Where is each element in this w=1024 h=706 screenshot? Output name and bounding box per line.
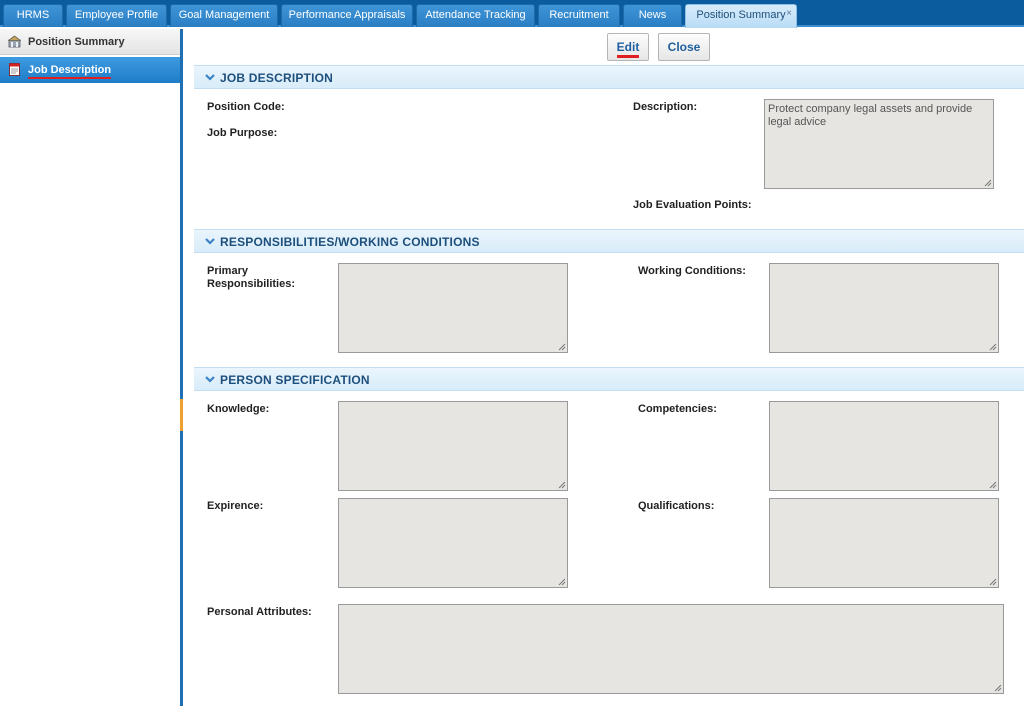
- section-header-person-specification[interactable]: PERSON SPECIFICATION: [194, 367, 1024, 391]
- job-purpose-label: Job Purpose:: [207, 127, 278, 139]
- sidebar-item-label: Position Summary: [28, 36, 125, 48]
- tab-label: News: [638, 9, 667, 21]
- competencies-textarea[interactable]: [769, 401, 999, 491]
- sidebar-item-label: Job Description: [28, 64, 112, 79]
- section-header-job-description[interactable]: JOB DESCRIPTION: [194, 65, 1024, 89]
- description-textarea[interactable]: Protect company legal assets and provide…: [764, 99, 994, 189]
- close-button-label: Close: [667, 40, 701, 54]
- main-content: Edit Close JOB DESCRIPTION Position Code…: [192, 29, 1024, 706]
- resize-grip-icon[interactable]: [984, 179, 992, 187]
- section-title: JOB DESCRIPTION: [220, 71, 334, 85]
- section-title: RESPONSIBILITIES/WORKING CONDITIONS: [220, 235, 480, 249]
- sidebar-item-job-description[interactable]: Job Description: [0, 57, 180, 83]
- panel-splitter-handle[interactable]: [180, 399, 183, 431]
- personal-attributes-label: Personal Attributes:: [207, 606, 312, 618]
- tab-employee-profile[interactable]: Employee Profile: [66, 4, 167, 27]
- resize-grip-icon[interactable]: [989, 343, 997, 351]
- qualifications-textarea[interactable]: [769, 498, 999, 588]
- resize-grip-icon[interactable]: [994, 684, 1002, 692]
- tab-label: Attendance Tracking: [425, 9, 526, 21]
- chevron-down-icon: [205, 74, 215, 81]
- resize-grip-icon[interactable]: [989, 481, 997, 489]
- tab-label: Employee Profile: [74, 9, 159, 21]
- description-value: Protect company legal assets and provide…: [768, 103, 973, 128]
- job-evaluation-points-label: Job Evaluation Points:: [633, 199, 752, 211]
- tab-label: Goal Management: [178, 9, 270, 21]
- resize-grip-icon[interactable]: [989, 578, 997, 586]
- qualifications-label: Qualifications:: [638, 500, 715, 512]
- section-title: PERSON SPECIFICATION: [220, 373, 370, 387]
- competencies-label: Competencies:: [638, 403, 717, 415]
- module-tab-bar: HRMS Employee Profile Goal Management Pe…: [0, 0, 1024, 28]
- personal-attributes-textarea[interactable]: [338, 604, 1004, 694]
- tab-label: Position Summary: [696, 9, 786, 21]
- primary-responsibilities-textarea[interactable]: [338, 263, 568, 353]
- tab-label: Recruitment: [549, 9, 609, 21]
- tab-position-summary[interactable]: Position Summary ×: [685, 4, 797, 28]
- tab-label: Performance Appraisals: [288, 9, 406, 21]
- tab-performance-appraisals[interactable]: Performance Appraisals: [281, 4, 413, 27]
- tab-news[interactable]: News: [623, 4, 682, 27]
- resize-grip-icon[interactable]: [558, 578, 566, 586]
- position-code-label: Position Code:: [207, 101, 285, 113]
- tab-label: HRMS: [16, 9, 50, 21]
- primary-responsibilities-label: Primary Responsibilities:: [207, 265, 296, 290]
- knowledge-label: Knowledge:: [207, 403, 270, 415]
- chevron-down-icon: [205, 376, 215, 383]
- document-icon: [9, 63, 20, 76]
- experience-label: Expirence:: [207, 500, 264, 512]
- knowledge-textarea[interactable]: [338, 401, 568, 491]
- tab-recruitment[interactable]: Recruitment: [538, 4, 620, 27]
- tab-attendance-tracking[interactable]: Attendance Tracking: [416, 4, 535, 27]
- edit-button[interactable]: Edit: [607, 33, 649, 61]
- experience-textarea[interactable]: [338, 498, 568, 588]
- close-button[interactable]: Close: [658, 33, 710, 61]
- close-tab-icon[interactable]: ×: [786, 3, 792, 24]
- chevron-down-icon: [205, 238, 215, 245]
- resize-grip-icon[interactable]: [558, 481, 566, 489]
- resize-grip-icon[interactable]: [558, 343, 566, 351]
- working-conditions-textarea[interactable]: [769, 263, 999, 353]
- section-header-responsibilities[interactable]: RESPONSIBILITIES/WORKING CONDITIONS: [194, 229, 1024, 253]
- building-icon: [8, 35, 21, 48]
- tab-goal-management[interactable]: Goal Management: [170, 4, 278, 27]
- edit-button-label: Edit: [616, 40, 640, 58]
- working-conditions-label: Working Conditions:: [638, 265, 746, 277]
- left-nav-panel: Position Summary Job Description: [0, 29, 183, 706]
- description-label: Description:: [633, 101, 698, 113]
- tab-hrms[interactable]: HRMS: [3, 4, 63, 27]
- sidebar-item-position-summary[interactable]: Position Summary: [0, 29, 180, 55]
